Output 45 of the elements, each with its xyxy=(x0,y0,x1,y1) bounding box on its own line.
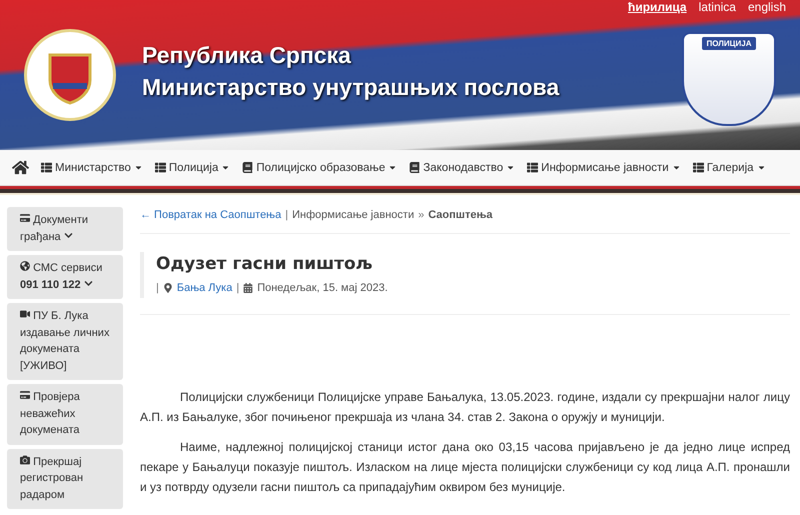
badge-text: ПОЛИЦИЈА xyxy=(702,37,756,50)
language-link[interactable]: ћирилица xyxy=(628,0,687,14)
list-icon xyxy=(41,162,52,173)
home-icon xyxy=(12,159,29,176)
nav-menu-item[interactable]: Министарство xyxy=(41,162,143,174)
separator: | xyxy=(156,282,159,294)
back-link[interactable]: ← Повратак на Саопштења xyxy=(140,209,282,221)
breadcrumb-current: Саопштења xyxy=(428,209,493,221)
article-title: Одузет гасни пиштољ xyxy=(156,254,374,274)
video-camera-icon xyxy=(20,309,30,319)
globe-icon xyxy=(20,261,30,271)
breadcrumb-item: Информисање јавности xyxy=(292,209,414,221)
separator: » xyxy=(418,209,424,221)
sidebar-link[interactable]: Прекршај регистрован радаром xyxy=(7,448,123,509)
language-link[interactable]: latinica xyxy=(698,0,736,14)
card-icon xyxy=(20,213,30,223)
site-subtitle: Министарство унутрашњих послова xyxy=(142,73,560,102)
list-icon xyxy=(692,162,704,173)
article-date: Понедељак, 15. мај 2023. xyxy=(257,282,388,294)
sidebar-link[interactable]: СМС сервиси 091 110 122 xyxy=(7,255,123,299)
nav-menu-item[interactable]: Законодавство xyxy=(409,162,516,174)
map-pin-icon xyxy=(162,283,173,293)
nav-menu-item[interactable]: Галерија xyxy=(692,162,766,174)
camera-icon xyxy=(20,454,30,464)
sidebar-link[interactable]: Документи грађана xyxy=(7,207,123,251)
book-icon xyxy=(409,162,420,173)
separator: | xyxy=(285,209,288,221)
calendar-icon xyxy=(243,283,254,293)
site-title: Република Српска xyxy=(142,41,352,70)
article-paragraph: Наиме, надлежној полицијској станици истог дана око 03,15 часова пријављено је да једно лице испред пекаре у Бањалуци показује пиштољ. Изласком на лице мјеста полицијски службеници су код лица А.П. пронашли и уз потврду одузели гасни пиштољ са припадајућим оквиром без муниције. xyxy=(140,439,790,496)
list-icon xyxy=(527,162,538,173)
list-icon xyxy=(154,162,166,173)
sidebar-link[interactable]: Провјера неважећих докумената xyxy=(7,384,123,444)
sidebar-link[interactable]: ПУ Б. Лука издавање личних докумената [УЖИВО] xyxy=(7,303,123,380)
separator: | xyxy=(236,282,240,294)
nav-menu-item[interactable]: Полиција xyxy=(154,162,230,174)
nav-menu-item[interactable]: Информисање јавности xyxy=(527,162,681,174)
article-paragraph: Полицијски службеници Полицијске управе Бањалука, 13.05.2023. године, издали су прекршајни налог лицу А.П. из Бањалуке, због почињеног прекршаја из члана 34. став 2. Закона о оружју и муницији. xyxy=(140,389,790,426)
chevron-down-icon xyxy=(84,278,93,288)
location-link[interactable]: Бања Лука xyxy=(176,282,232,294)
book-icon xyxy=(242,162,254,173)
card-icon xyxy=(20,390,30,400)
language-link[interactable]: english xyxy=(748,0,786,14)
nav-menu-item[interactable]: Полицијско образовање xyxy=(242,162,398,174)
chevron-down-icon xyxy=(64,230,73,240)
